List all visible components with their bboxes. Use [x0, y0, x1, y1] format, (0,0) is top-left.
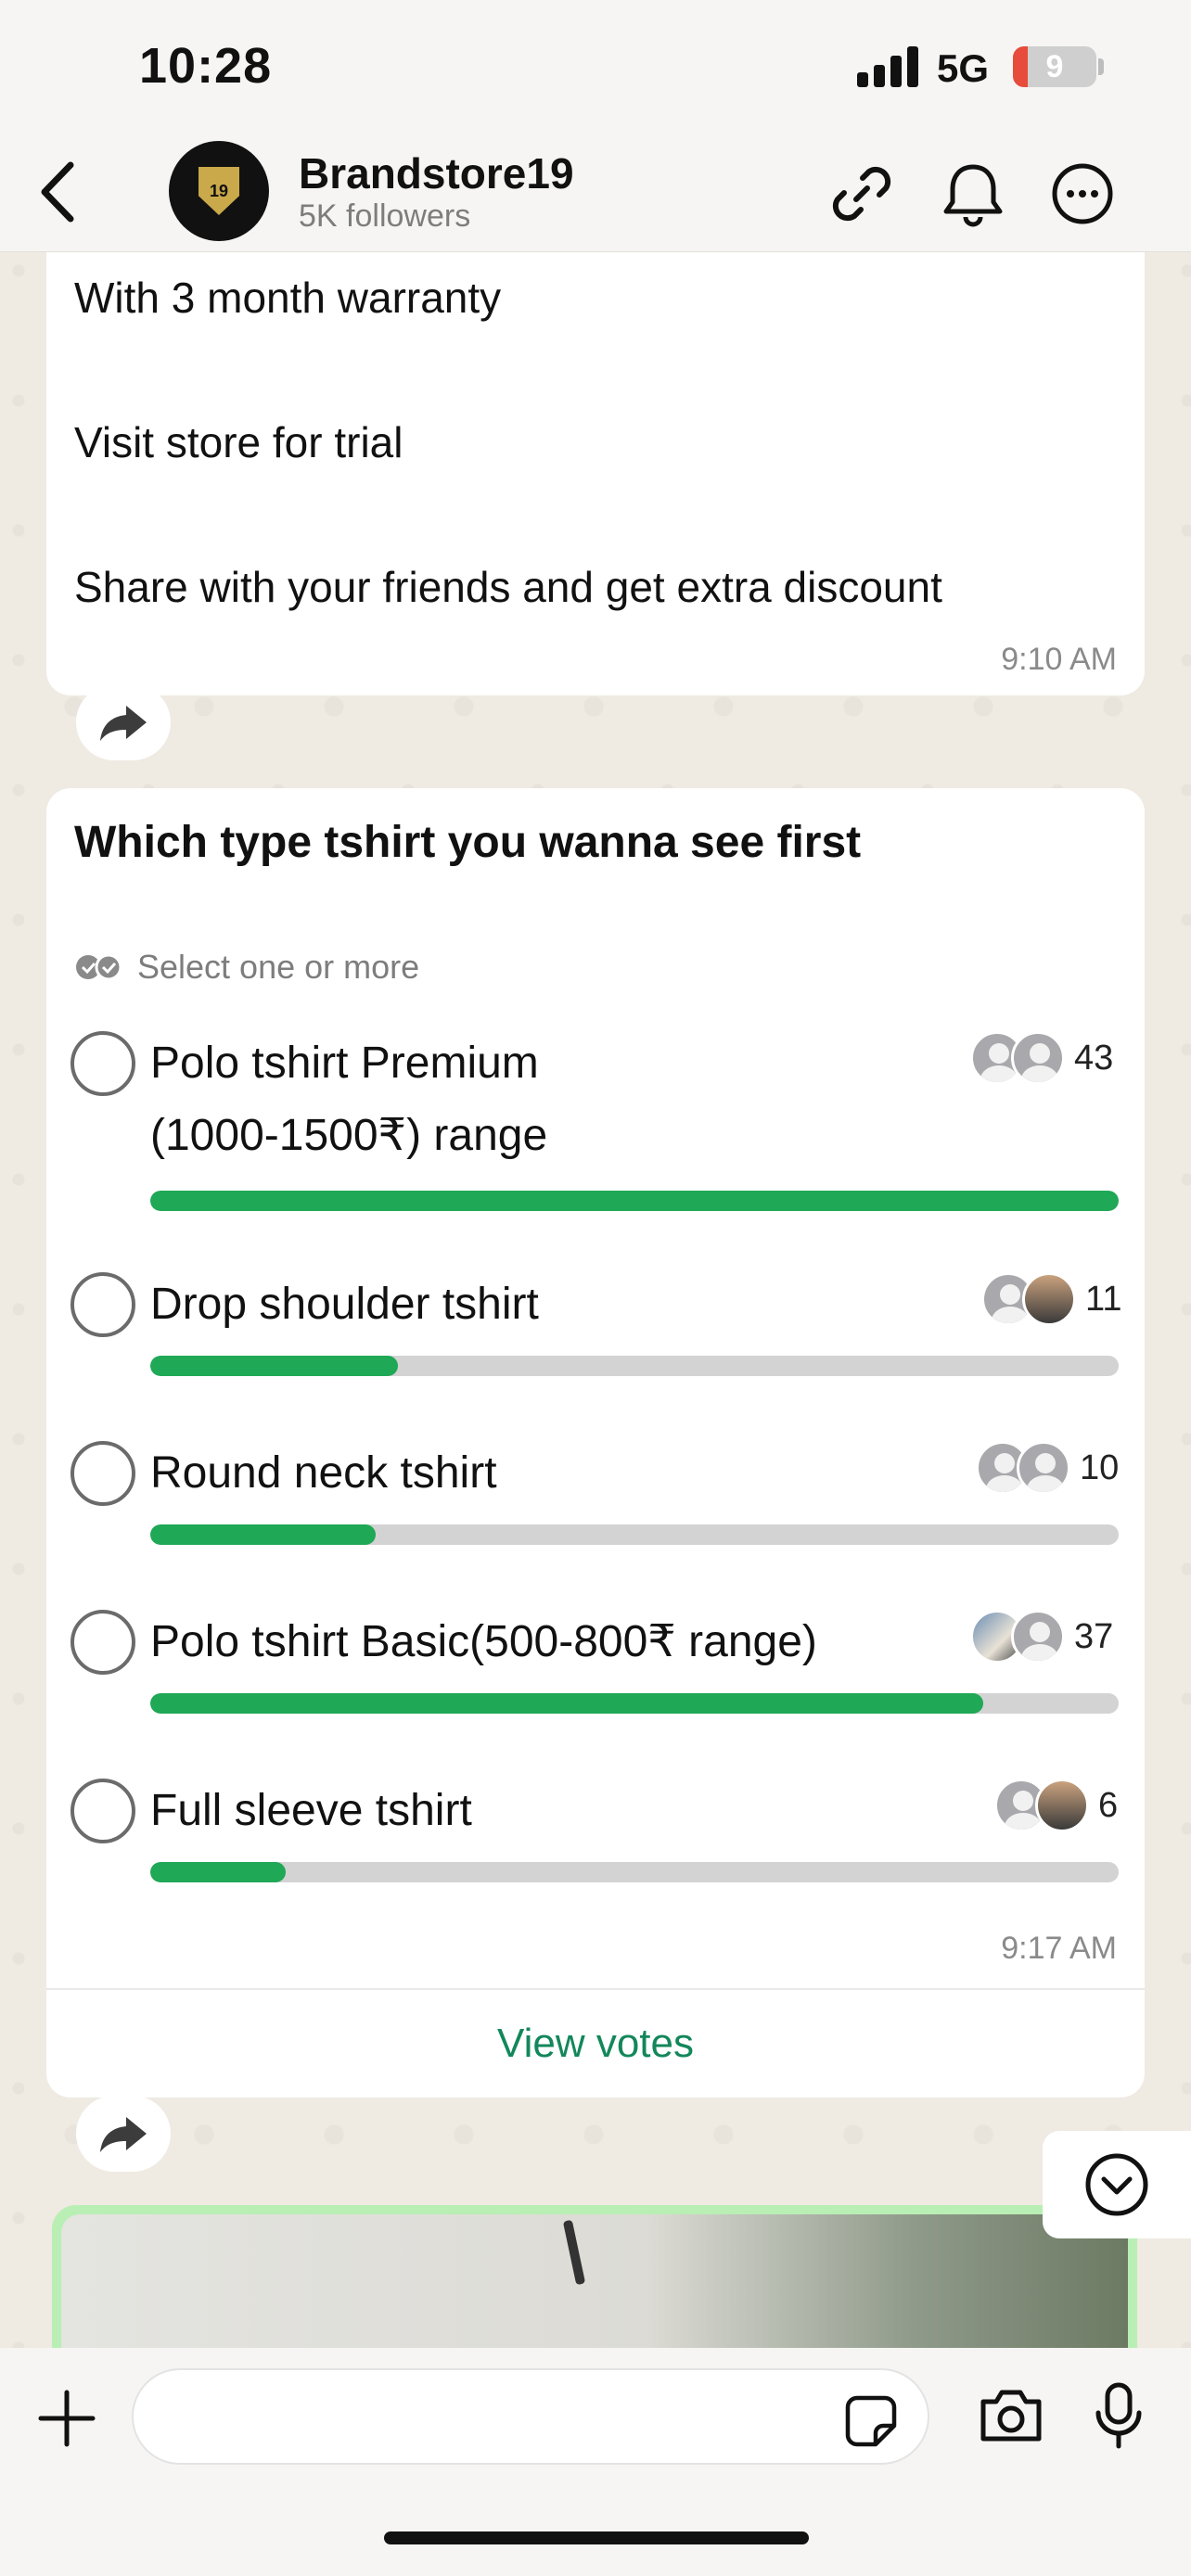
vote-count: 6 [1098, 1786, 1119, 1825]
more-options-icon[interactable] [1048, 159, 1117, 228]
home-indicator [384, 2531, 809, 2544]
radio-button[interactable] [70, 1779, 135, 1843]
vote-progress-bar [150, 1356, 1119, 1376]
message-input[interactable] [132, 2368, 929, 2465]
voter-avatars[interactable]: 6 [994, 1779, 1130, 1834]
radio-button[interactable] [70, 1610, 135, 1675]
forward-button[interactable] [76, 2096, 171, 2172]
message-line: With 3 month warranty [74, 274, 502, 322]
message-timestamp: 9:10 AM [1001, 642, 1117, 677]
network-type: 5G [937, 46, 990, 90]
link-icon[interactable] [827, 159, 896, 228]
view-votes-button[interactable]: View votes [46, 1990, 1145, 2098]
message-line: Visit store for trial [74, 418, 403, 466]
vote-count: 37 [1074, 1617, 1114, 1656]
camera-icon[interactable] [978, 2387, 1044, 2444]
radio-button[interactable] [70, 1031, 135, 1096]
poll-option-label: Drop shoulder tshirt [150, 1280, 539, 1329]
vote-progress-fill [150, 1191, 1119, 1211]
vote-progress-bar [150, 1191, 1119, 1211]
forward-button[interactable] [76, 684, 171, 760]
poll-option-label: Full sleeve tshirt [150, 1786, 472, 1835]
vote-progress-bar [150, 1524, 1119, 1545]
vote-count: 10 [1080, 1448, 1120, 1487]
voter-avatar-photo [1022, 1272, 1076, 1326]
voter-avatars[interactable]: 11 [981, 1272, 1130, 1328]
microphone-icon[interactable] [1095, 2381, 1143, 2450]
poll-option-label-line2: (1000-1500₹) range [150, 1111, 548, 1160]
plus-icon[interactable] [37, 2389, 96, 2448]
poll-question: Which type tshirt you wanna see first [74, 818, 862, 867]
battery-tip [1098, 58, 1104, 75]
signal-icon [857, 45, 920, 87]
radio-button[interactable] [70, 1272, 135, 1337]
vote-progress-fill [150, 1356, 399, 1376]
vote-progress-fill [150, 1524, 377, 1545]
vote-progress-fill [150, 1862, 287, 1882]
shield-logo-icon: 19 [198, 167, 239, 215]
vote-progress-bar [150, 1693, 1119, 1714]
status-time: 10:28 [139, 38, 273, 94]
channel-header: 19 Brandstore19 5K followers [0, 139, 1191, 252]
vote-count: 43 [1074, 1039, 1114, 1078]
battery-icon: 9 [1013, 46, 1096, 87]
voter-avatars[interactable]: 10 [976, 1441, 1128, 1497]
battery-level: 9 [1045, 49, 1064, 84]
forward-arrow-icon [100, 2117, 147, 2152]
image-message[interactable] [52, 2205, 1137, 2353]
poll-bubble: Which type tshirt you wanna see first Se… [46, 788, 1145, 2098]
status-bar: 10:28 5G 9 [0, 0, 1191, 139]
followers-count: 5K followers [299, 198, 471, 234]
voter-avatar-photo [1035, 1779, 1089, 1832]
message-line: Share with your friends and get extra di… [74, 563, 942, 611]
message-bubble: With 3 month warranty Visit store for tr… [46, 252, 1145, 695]
forward-arrow-icon [100, 706, 147, 741]
vote-count: 11 [1085, 1280, 1122, 1319]
voter-avatar [1011, 1610, 1065, 1664]
voter-avatars[interactable]: 43 [970, 1031, 1128, 1087]
voter-avatar [1017, 1441, 1070, 1495]
vote-progress-bar [150, 1862, 1119, 1882]
image-detail [562, 2219, 586, 2286]
sticker-icon[interactable] [844, 2394, 898, 2448]
poll-option-label: Round neck tshirt [150, 1448, 497, 1498]
channel-name[interactable]: Brandstore19 [299, 148, 574, 198]
image-preview [61, 2214, 1128, 2353]
radio-button[interactable] [70, 1441, 135, 1506]
back-chevron-icon[interactable] [32, 158, 87, 226]
poll-option-label: Polo tshirt Premium [150, 1039, 539, 1088]
voter-avatars[interactable]: 37 [970, 1610, 1128, 1665]
chevron-down-circle-icon [1085, 2153, 1148, 2216]
multi-select-icon [76, 953, 122, 981]
bell-icon[interactable] [939, 159, 1007, 228]
poll-timestamp: 9:17 AM [1001, 1931, 1117, 1966]
poll-option-label: Polo tshirt Basic(500-800₹ range) [150, 1617, 817, 1666]
voter-avatar [1011, 1031, 1065, 1085]
poll-hint: Select one or more [137, 948, 420, 986]
vote-progress-fill [150, 1693, 983, 1714]
scroll-to-bottom-button[interactable] [1043, 2131, 1191, 2238]
channel-avatar[interactable]: 19 [169, 141, 269, 241]
